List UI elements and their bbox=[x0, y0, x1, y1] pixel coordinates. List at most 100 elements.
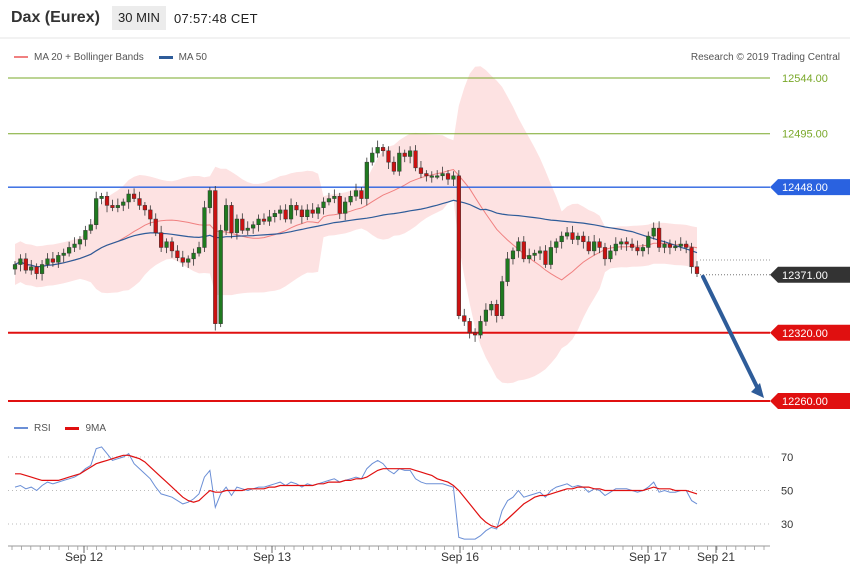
candle-body-down bbox=[635, 247, 640, 252]
candle-body-up bbox=[548, 247, 553, 265]
candle-body-up bbox=[99, 196, 104, 199]
candle-body-up bbox=[527, 255, 532, 260]
candle-body-down bbox=[667, 243, 673, 248]
rsi-tick-50: 50 bbox=[781, 486, 793, 498]
candle-body-down bbox=[629, 243, 635, 248]
candle-body-down bbox=[467, 321, 472, 334]
candle-body-up bbox=[364, 161, 369, 199]
candle bbox=[213, 186, 218, 331]
rsi-tick-70: 70 bbox=[781, 452, 793, 464]
forecast-arrow-shaft bbox=[701, 274, 761, 393]
candle-body-down bbox=[413, 150, 418, 169]
candle-body-down bbox=[137, 198, 142, 206]
candle-body-up bbox=[196, 247, 202, 254]
candle-body-up bbox=[651, 227, 656, 237]
level-label-12260: 12260.00 bbox=[782, 396, 828, 408]
candle-body-up bbox=[251, 224, 256, 229]
candle-body-up bbox=[489, 304, 494, 311]
candle-body-down bbox=[445, 173, 451, 180]
candle-body-down bbox=[597, 241, 602, 248]
candle-body-down bbox=[624, 241, 629, 245]
candle-body-up bbox=[191, 252, 196, 260]
rsi-tick-30: 30 bbox=[781, 519, 793, 531]
candle-body-down bbox=[310, 209, 315, 214]
candle-body-up bbox=[500, 281, 505, 316]
candle-body-up bbox=[559, 235, 564, 243]
candle-body-up bbox=[12, 264, 18, 270]
candle-body-up bbox=[662, 243, 667, 248]
candle-body-up bbox=[353, 190, 359, 197]
level-label-12495: 12495.00 bbox=[782, 129, 828, 141]
candle-body-up bbox=[83, 230, 88, 240]
candle-body-up bbox=[608, 250, 613, 260]
candle-body-up bbox=[207, 190, 212, 208]
rsi-line bbox=[14, 446, 698, 540]
candle-body-up bbox=[234, 218, 240, 233]
candle-body-up bbox=[278, 209, 283, 214]
candle-body-down bbox=[153, 218, 158, 233]
candle-body-up bbox=[77, 239, 83, 245]
candle-body-down bbox=[391, 161, 396, 172]
candle-body-up bbox=[673, 246, 678, 249]
candle-body-up bbox=[186, 258, 191, 263]
candle-body-up bbox=[678, 243, 683, 247]
candle bbox=[218, 224, 223, 328]
candle-body-up bbox=[245, 227, 250, 231]
candle-body-up bbox=[45, 258, 50, 265]
candle-body-down bbox=[462, 315, 467, 322]
candle bbox=[462, 308, 467, 326]
candle-body-up bbox=[18, 258, 23, 265]
x-tick-label: Sep 16 bbox=[441, 550, 479, 564]
candle-body-up bbox=[435, 175, 440, 178]
candle-body-down bbox=[159, 232, 164, 248]
candle-body-down bbox=[402, 152, 407, 157]
x-tick-label: Sep 12 bbox=[65, 550, 103, 564]
candle-body-up bbox=[326, 198, 332, 203]
candle bbox=[94, 191, 99, 230]
candle-body-up bbox=[115, 205, 120, 208]
candle-body-up bbox=[613, 243, 618, 252]
candle-body-down bbox=[386, 150, 391, 163]
level-label-12448: 12448.00 bbox=[782, 182, 828, 194]
candle-body-down bbox=[694, 266, 700, 274]
level-label-12544: 12544.00 bbox=[782, 73, 828, 85]
x-tick-label: Sep 13 bbox=[253, 550, 291, 564]
candle-body-up bbox=[164, 241, 169, 248]
candle-body-up bbox=[202, 207, 207, 248]
candle-body-up bbox=[56, 255, 61, 263]
candle-body-up bbox=[537, 250, 543, 254]
candle-body-up bbox=[429, 175, 434, 178]
candle-body-down bbox=[586, 241, 591, 252]
candle-body-up bbox=[39, 264, 45, 274]
candle-body-up bbox=[88, 224, 93, 231]
level-label-12320: 12320.00 bbox=[782, 328, 828, 340]
candle-body-down bbox=[175, 250, 180, 258]
candle-body-up bbox=[565, 232, 570, 237]
candle-body-up bbox=[256, 218, 261, 225]
candle bbox=[689, 242, 694, 274]
candle-body-down bbox=[456, 175, 461, 316]
candle-body-down bbox=[50, 258, 55, 263]
candle-body-up bbox=[370, 152, 375, 163]
candle-body-down bbox=[418, 167, 424, 174]
candle-body-down bbox=[380, 147, 386, 152]
candle-body-up bbox=[375, 147, 380, 154]
candle-body-up bbox=[321, 201, 326, 208]
candle-body-down bbox=[472, 332, 478, 336]
candle-body-up bbox=[316, 207, 321, 214]
candle-body-down bbox=[602, 247, 608, 260]
candle-body-up bbox=[288, 205, 294, 220]
candle bbox=[375, 140, 380, 158]
candle-body-down bbox=[359, 190, 364, 199]
candle bbox=[364, 157, 369, 206]
candle-body-down bbox=[169, 241, 175, 252]
candle-body-up bbox=[272, 213, 277, 218]
candle-body-down bbox=[657, 227, 662, 248]
candle-body-down bbox=[543, 250, 548, 265]
candle-body-up bbox=[619, 241, 624, 245]
candle-body-down bbox=[294, 205, 299, 211]
candle-body-down bbox=[148, 209, 153, 220]
x-tick-label: Sep 17 bbox=[629, 550, 667, 564]
candle-body-up bbox=[224, 205, 229, 231]
candle-body-up bbox=[29, 266, 34, 271]
